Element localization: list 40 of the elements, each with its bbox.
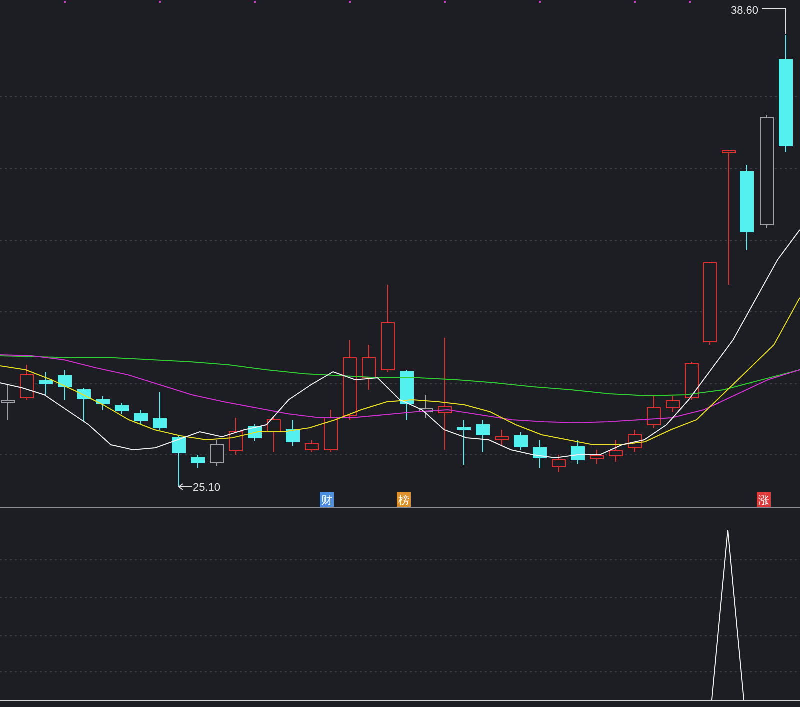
candlestick — [58, 370, 72, 400]
candlestick — [457, 420, 471, 466]
leader-line — [762, 8, 786, 34]
candlestick — [77, 388, 91, 422]
candlestick — [400, 370, 414, 420]
candlestick — [666, 396, 680, 412]
candlestick — [324, 410, 338, 452]
candlestick — [419, 394, 433, 418]
high-price-label: 38.60 — [731, 5, 759, 17]
candlestick — [267, 416, 281, 452]
candlestick — [96, 396, 110, 410]
low-price-label: 25.10 — [193, 482, 221, 494]
candlestick — [286, 420, 300, 446]
candlestick — [514, 432, 528, 450]
candlestick — [229, 418, 243, 456]
candlestick — [533, 440, 547, 468]
candlestick — [476, 420, 490, 452]
candlestick — [172, 436, 186, 488]
event-label: 财 — [322, 495, 332, 507]
candlestick — [115, 402, 129, 414]
candlestick — [590, 450, 604, 464]
candlestick — [362, 344, 376, 390]
candlestick — [153, 392, 167, 430]
event-label: 涨 — [758, 495, 770, 507]
candlestick — [609, 440, 623, 462]
candlestick — [210, 440, 224, 466]
candlestick — [647, 396, 661, 428]
leader-line — [178, 484, 192, 490]
candlestick — [305, 440, 319, 452]
candlestick — [495, 430, 509, 446]
candlestick — [628, 430, 642, 452]
candlestick — [39, 372, 53, 396]
candlestick — [191, 454, 205, 468]
candlestick — [248, 424, 262, 442]
event-label: 榜 — [398, 495, 410, 507]
candlestick — [20, 364, 34, 400]
candlestick — [685, 362, 699, 400]
candlestick — [134, 410, 148, 424]
candlestick — [552, 454, 566, 472]
candlestick — [571, 440, 585, 464]
